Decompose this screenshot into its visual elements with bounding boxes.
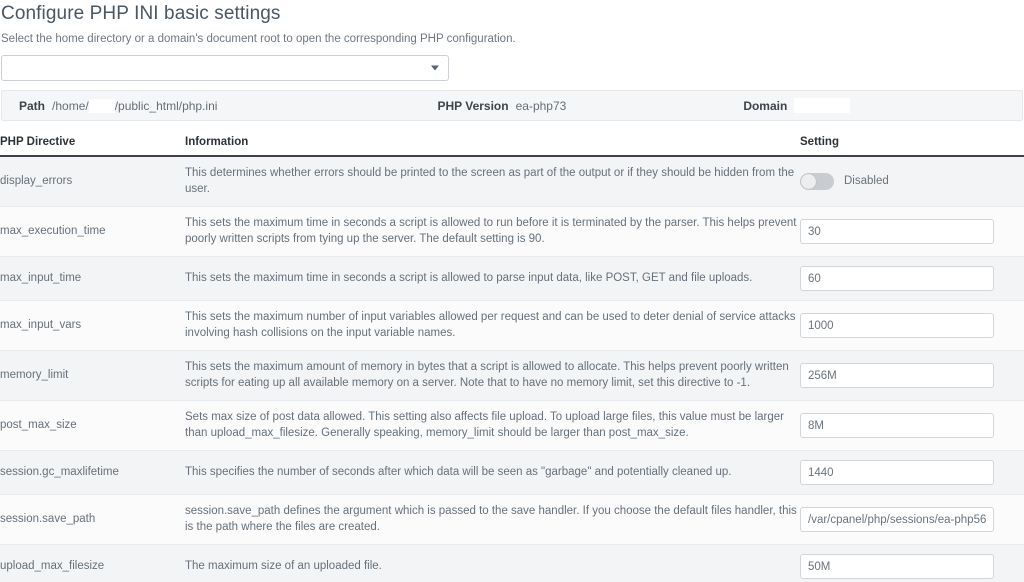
column-header-setting: Setting — [800, 132, 1024, 157]
setting-input[interactable] — [800, 554, 994, 579]
chevron-down-icon — [431, 65, 439, 71]
directive-setting — [800, 206, 1024, 257]
directive-name: session.gc_maxlifetime — [0, 450, 185, 495]
directive-information: This sets the maximum amount of memory i… — [185, 350, 800, 401]
column-header-directive: PHP Directive — [0, 132, 185, 157]
directive-name: upload_max_filesize — [0, 544, 185, 582]
table-row: session.save_path session.save_path defin… — [0, 494, 1024, 545]
table-row: display_errors This determines whether er… — [0, 156, 1024, 207]
php-ini-settings-page: Configure PHP INI basic settings Select … — [0, 0, 1024, 582]
toggle-control[interactable]: Disabled — [800, 173, 1024, 190]
setting-input[interactable] — [800, 507, 994, 532]
table-body: display_errors This determines whether er… — [0, 156, 1024, 582]
table-row: memory_limit This sets the maximum amount… — [0, 350, 1024, 401]
toggle-switch-off[interactable] — [800, 173, 834, 190]
php-version-label: PHP Version — [437, 98, 509, 113]
path-suffix: /public_html/php.ini — [114, 98, 218, 113]
table-row: max_execution_time This sets the maximum … — [0, 206, 1024, 257]
setting-input[interactable] — [800, 460, 994, 485]
file-info-bar: Path /home/ /public_html/php.ini PHP Ver… — [1, 90, 1023, 121]
setting-input[interactable] — [800, 266, 994, 291]
table-head: PHP Directive Information Setting — [0, 132, 1024, 157]
directive-setting — [800, 300, 1024, 351]
directive-information: session.save_path defines the argument w… — [185, 494, 800, 545]
column-header-information: Information — [185, 132, 800, 157]
table-header-row: PHP Directive Information Setting — [0, 132, 1024, 157]
setting-input[interactable] — [800, 363, 994, 388]
directive-name: post_max_size — [0, 400, 185, 451]
directive-information: This sets the maximum time in seconds a … — [185, 206, 800, 257]
document-root-select[interactable] — [1, 55, 449, 81]
directive-information: The maximum size of an uploaded file. — [185, 544, 800, 582]
directive-information: Sets max size of post data allowed. This… — [185, 400, 800, 451]
table-row: max_input_time This sets the maximum time… — [0, 256, 1024, 301]
directive-setting — [800, 256, 1024, 301]
setting-input[interactable] — [800, 413, 994, 438]
table-row: max_input_vars This sets the maximum numb… — [0, 300, 1024, 351]
setting-input[interactable] — [800, 313, 994, 338]
directive-setting — [800, 450, 1024, 495]
directive-name: max_input_time — [0, 256, 185, 301]
table-row: session.gc_maxlifetime This specifies the… — [0, 450, 1024, 495]
domain-label: Domain — [743, 98, 788, 113]
toggle-state-label: Disabled — [844, 174, 889, 187]
php-version-info: PHP Version ea-php73 — [437, 99, 566, 113]
directive-name: max_input_vars — [0, 300, 185, 351]
php-version-value: ea-php73 — [515, 98, 567, 113]
directive-setting — [800, 544, 1024, 582]
directive-name: display_errors — [0, 156, 185, 207]
redacted-username — [88, 98, 115, 113]
directive-information: This sets the maximum time in seconds a … — [185, 256, 800, 301]
setting-input[interactable] — [800, 219, 994, 244]
toggle-knob — [801, 174, 816, 189]
directive-information: This specifies the number of seconds aft… — [185, 450, 800, 495]
path-label: Path — [19, 98, 46, 113]
page-title: Configure PHP INI basic settings — [1, 3, 281, 24]
directive-setting — [800, 350, 1024, 401]
document-root-select-wrap — [0, 46, 1024, 81]
path-prefix: /home/ — [52, 98, 89, 113]
table-row: post_max_size Sets max size of post data … — [0, 400, 1024, 451]
path-info: Path /home/ /public_html/php.ini — [19, 98, 218, 113]
php-directives-table: PHP Directive Information Setting displa… — [0, 132, 1024, 582]
directive-name: max_execution_time — [0, 206, 185, 257]
directive-setting — [800, 494, 1024, 545]
page-subtitle: Select the home directory or a domain's … — [1, 33, 516, 45]
redacted-domain — [794, 98, 851, 113]
directive-setting: Disabled — [800, 156, 1024, 207]
directive-setting — [800, 400, 1024, 451]
directive-name: session.save_path — [0, 494, 185, 545]
directive-name: memory_limit — [0, 350, 185, 401]
document-root-select-value — [2, 56, 448, 80]
directive-information: This determines whether errors should be… — [185, 156, 800, 207]
domain-info: Domain — [743, 98, 851, 113]
table-row: upload_max_filesize The maximum size of a… — [0, 544, 1024, 582]
directive-information: This sets the maximum number of input va… — [185, 300, 800, 351]
